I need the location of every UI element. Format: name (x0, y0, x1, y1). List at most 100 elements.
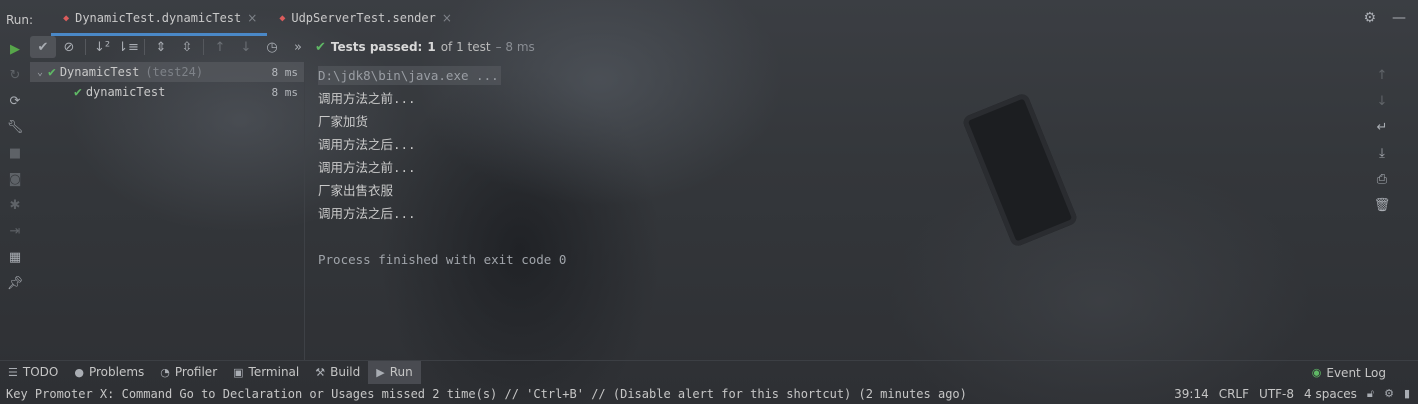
soft-wrap-icon[interactable]: ↵ (1371, 116, 1393, 138)
console-line: 厂家加货 (318, 114, 369, 129)
test-class-name: DynamicTest (59, 65, 140, 79)
tool-window-label: Run (389, 365, 413, 379)
hammer-icon: ⚒ (315, 365, 326, 379)
tool-window-label: Terminal (248, 365, 300, 379)
test-config-icon: ◆ (63, 12, 70, 24)
chevron-down-icon[interactable]: ⌄ (32, 67, 48, 78)
terminal-icon: ▣ (233, 365, 244, 379)
console-line: 调用方法之前... (318, 160, 416, 175)
toggle-auto-test-icon[interactable]: ⟳ (4, 90, 26, 112)
indent-setting[interactable]: 4 spaces (1304, 387, 1357, 401)
test-class-detail: (test24) (145, 65, 204, 79)
exit-icon[interactable]: ⇥ (4, 220, 26, 242)
passed-check-icon: ✔ (48, 64, 56, 80)
sort-alphabetically-icon[interactable]: ↓² (89, 36, 115, 58)
memory-indicator-icon[interactable]: ▮ (1404, 387, 1410, 400)
console-line: 调用方法之前... (318, 91, 416, 106)
console-scrollbar[interactable] (1398, 64, 1410, 360)
lock-icon[interactable]: 🔓︎ (1367, 387, 1374, 401)
close-tab-icon[interactable]: × (247, 11, 257, 25)
passed-check-icon: ✔ (74, 84, 82, 100)
console-output[interactable]: D:\jdk8\bin\java.exe ... 调用方法之前... 厂家加货 … (318, 64, 1358, 360)
rerun-icon[interactable]: ▶ (4, 38, 26, 60)
tree-row-test-method[interactable]: ✔ dynamicTest 8 ms (30, 82, 304, 102)
console-line: 调用方法之后... (318, 137, 416, 152)
gear-icon[interactable]: ⚙ (1363, 10, 1376, 26)
run-tool-window-header: Run: ◆ DynamicTest.dynamicTest × ◆ UdpSe… (0, 0, 1418, 36)
stop-icon[interactable]: ■ (4, 142, 26, 164)
test-runner-toolbar: ✔ ⊘ ↓² ⇂≡ ⇕ ⇳ ↑ ↓ ◷ » ✔ Tests passed: 1 … (30, 36, 550, 58)
tests-passed-prefix: Tests passed: (330, 40, 423, 54)
expand-all-icon[interactable]: ⇕ (148, 36, 174, 58)
show-ignored-icon[interactable]: ⊘ (56, 36, 82, 58)
rerun-failed-icon[interactable]: ↻ (4, 64, 26, 86)
tool-window-label: Problems (88, 365, 145, 379)
test-duration: 8 ms (271, 65, 299, 79)
test-duration: 8 ms (271, 85, 299, 99)
list-icon: ☰ (8, 365, 18, 379)
process-finished-message: Process finished with exit code 0 (318, 252, 567, 267)
tests-passed-count: 1 (427, 40, 436, 54)
toolbar-divider (85, 39, 86, 55)
play-icon: ▶ (376, 365, 385, 379)
tab-label: UdpServerTest.sender (291, 11, 436, 25)
show-passed-icon[interactable]: ✔ (30, 36, 56, 58)
collapse-all-icon[interactable]: ⇳ (174, 36, 200, 58)
panel-splitter[interactable] (304, 62, 305, 360)
tab-label: DynamicTest.dynamicTest (75, 11, 242, 25)
test-method-name: dynamicTest (85, 85, 166, 99)
next-failed-icon[interactable]: ↓ (233, 36, 259, 58)
tree-row-test-class[interactable]: ⌄ ✔ DynamicTest (test24) 8 ms (30, 62, 304, 82)
profiler-icon: ◔ (160, 365, 170, 379)
tab-udp-server-test[interactable]: ◆ UdpServerTest.sender × (267, 0, 462, 36)
console-command-line[interactable]: D:\jdk8\bin\java.exe ... (318, 66, 501, 85)
tool-window-todo[interactable]: ☰ TODO (0, 361, 66, 384)
up-arrow-icon[interactable]: ↑ (1371, 64, 1393, 86)
event-log-label: Event Log (1326, 365, 1386, 380)
more-actions-icon[interactable]: » (285, 36, 311, 58)
debug-icon[interactable]: ✱ (4, 194, 26, 216)
test-status-summary: ✔ Tests passed: 1 of 1 test – 8 ms (315, 40, 535, 55)
sort-by-duration-icon[interactable]: ⇂≡ (115, 36, 141, 58)
previous-failed-icon[interactable]: ↑ (207, 36, 233, 58)
console-toolbar: ↑ ↓ ↵ ⤓ ⎙ 🗑︎ (1370, 64, 1394, 220)
inspection-icon[interactable]: ⚙ (1384, 387, 1394, 400)
tests-duration: – 8 ms (495, 40, 535, 54)
status-message[interactable]: Key Promoter X: Command Go to Declaratio… (0, 387, 967, 401)
down-arrow-icon[interactable]: ↓ (1371, 90, 1393, 112)
passed-check-icon: ✔ (315, 39, 326, 55)
tool-window-terminal[interactable]: ▣ Terminal (225, 361, 307, 384)
layout-icon[interactable]: ▦ (4, 246, 26, 268)
wrench-icon[interactable]: 🔧︎ (4, 116, 26, 138)
tab-dynamic-test[interactable]: ◆ DynamicTest.dynamicTest × (51, 0, 268, 36)
close-tab-icon[interactable]: × (442, 11, 452, 25)
tool-window-profiler[interactable]: ◔ Profiler (152, 361, 225, 384)
tool-window-run[interactable]: ▶ Run (368, 360, 421, 384)
tool-window-build[interactable]: ⚒ Build (307, 361, 368, 384)
caret-position[interactable]: 39:14 (1174, 387, 1209, 401)
test-config-icon: ◆ (279, 12, 286, 24)
minimize-icon[interactable]: — (1392, 10, 1406, 26)
tool-window-problems[interactable]: ● Problems (66, 361, 152, 384)
camera-icon[interactable]: ◙ (4, 168, 26, 190)
trash-icon[interactable]: 🗑︎ (1371, 194, 1393, 216)
pin-icon[interactable]: 📌︎ (4, 272, 26, 294)
run-label: Run: (6, 13, 34, 27)
tool-window-label: Profiler (174, 365, 218, 379)
console-line: 厂家出售衣服 (318, 183, 394, 198)
tool-window-label: Build (330, 365, 361, 379)
line-ending[interactable]: CRLF (1219, 387, 1249, 401)
print-icon[interactable]: ⎙ (1371, 168, 1393, 190)
tool-window-label: TODO (22, 365, 59, 379)
tool-window-event-log[interactable]: ◉ Event Log (1312, 361, 1386, 384)
status-bar: Key Promoter X: Command Go to Declaratio… (0, 383, 1418, 404)
tool-windows-bar: ☰ TODO ● Problems ◔ Profiler ▣ Terminal … (0, 360, 1418, 384)
file-encoding[interactable]: UTF-8 (1259, 387, 1294, 401)
left-vertical-toolbar: ▶ ↻ ⟳ 🔧︎ ■ ◙ ✱ ⇥ ▦ 📌︎ (0, 36, 30, 360)
event-log-icon: ◉ (1311, 366, 1322, 379)
history-icon[interactable]: ◷ (259, 36, 285, 58)
tests-total: of 1 test (440, 40, 491, 54)
toolbar-divider (203, 39, 204, 55)
scroll-to-end-icon[interactable]: ⤓ (1371, 142, 1393, 164)
test-results-tree: ⌄ ✔ DynamicTest (test24) 8 ms ✔ dynamicT… (30, 62, 304, 360)
